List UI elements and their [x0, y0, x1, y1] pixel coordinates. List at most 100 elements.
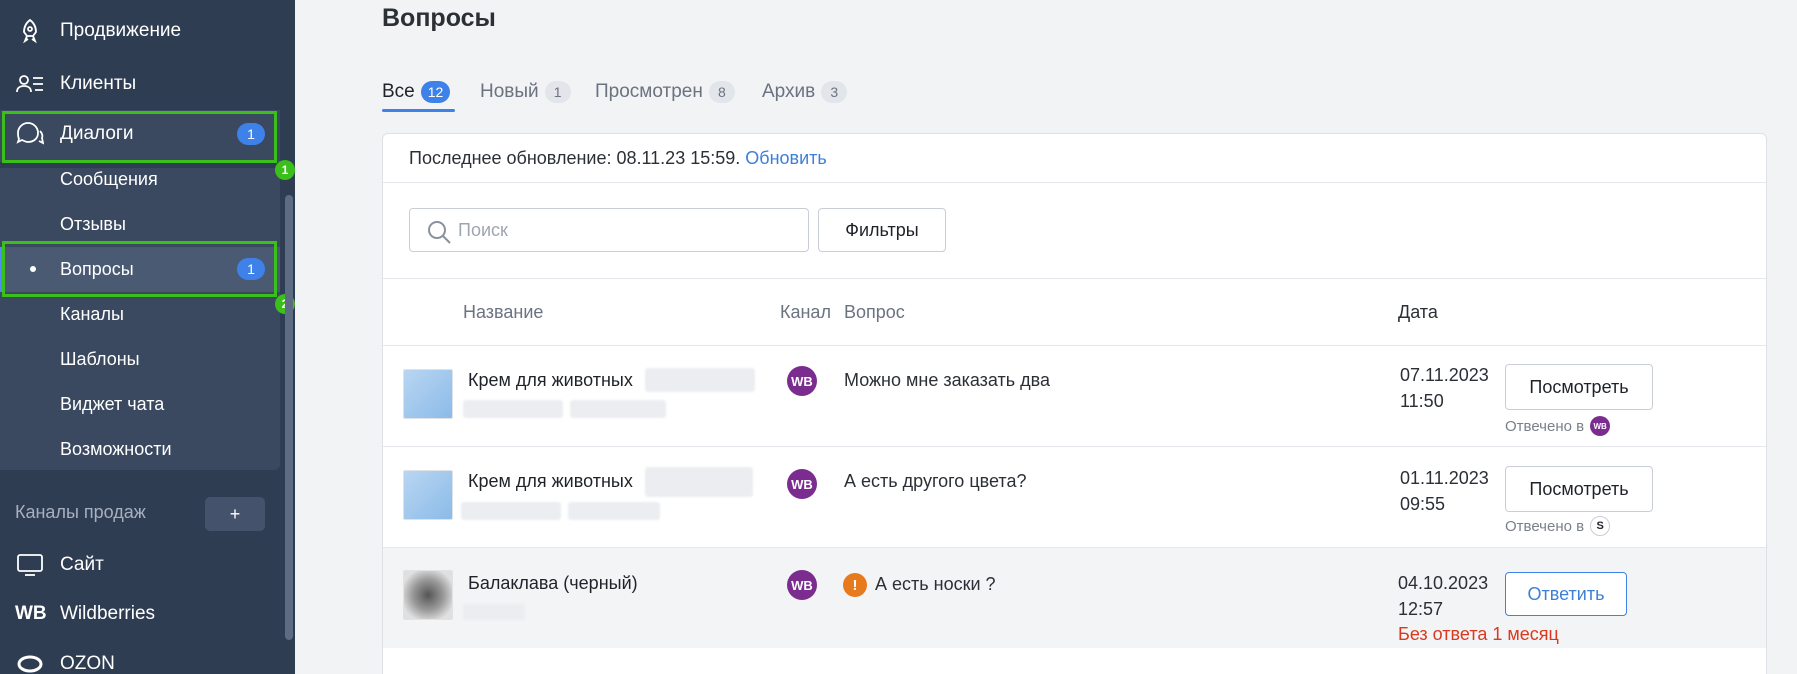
last-update: Последнее обновление: 08.11.23 15:59. Об…	[409, 148, 827, 169]
no-answer-status: Без ответа 1 месяц	[1398, 624, 1559, 644]
tab-label: Новый	[480, 81, 539, 102]
product-thumbnail	[403, 369, 453, 419]
questions-card: Последнее обновление: 08.11.23 15:59. Об…	[382, 133, 1767, 674]
answered-label: Отвечено в	[1505, 417, 1585, 435]
rocket-icon	[16, 17, 44, 45]
date-value: 07.11.2023	[1400, 365, 1489, 385]
product-thumbnail	[403, 470, 453, 520]
product-name: Крем для животных	[468, 370, 633, 390]
ozon-icon	[16, 650, 44, 674]
sidebar-item-label: Клиенты	[60, 73, 137, 94]
search-input[interactable]	[458, 219, 788, 241]
question-date: 07.11.2023 11:50	[1400, 362, 1489, 414]
blurred-text	[463, 604, 525, 620]
divider	[383, 182, 1766, 183]
last-update-text: Последнее обновление: 08.11.23 15:59.	[409, 148, 741, 168]
warning-icon: !	[843, 573, 867, 597]
divider	[383, 278, 1766, 279]
sidebar-item-promotion[interactable]: Продвижение	[0, 6, 280, 56]
sidebar-item-label: Диалоги	[60, 123, 134, 144]
date-value: 04.10.2023	[1398, 573, 1489, 593]
clients-icon	[16, 70, 44, 98]
sidebar-item-site[interactable]: Сайт	[0, 540, 280, 590]
active-indicator	[0, 247, 5, 292]
question-text: А есть носки ?	[875, 574, 996, 594]
sidebar-subitem-label: Возможности	[60, 439, 172, 459]
sidebar-subitem-channels[interactable]: Каналы	[0, 292, 280, 337]
sidebar-item-label: Сайт	[60, 554, 104, 575]
reply-button[interactable]: Ответить	[1505, 572, 1627, 616]
step-marker: 1	[275, 160, 295, 180]
blurred-text	[570, 400, 666, 418]
sidebar-subitem-questions[interactable]: Вопросы 1	[0, 247, 280, 292]
sidebar-item-ozon[interactable]: OZON	[0, 639, 280, 674]
sidebar: Продвижение Клиенты Диалоги 1 Сообщения …	[0, 0, 295, 674]
tab-label: Просмотрен	[595, 81, 703, 102]
sidebar-subitem-label: Вопросы	[60, 259, 134, 279]
wildberries-icon: WB	[15, 603, 47, 624]
questions-count-badge: 1	[237, 258, 265, 280]
tab-all[interactable]: Все 12	[382, 78, 451, 106]
wildberries-icon: WB	[787, 469, 817, 499]
sidebar-item-label: OZON	[60, 653, 115, 674]
sidebar-subitem-label: Отзывы	[60, 214, 126, 234]
active-tab-underline	[382, 109, 455, 112]
chat-icon	[16, 120, 44, 148]
dialogs-count-badge: 1	[237, 123, 265, 145]
view-button[interactable]: Посмотреть	[1505, 466, 1653, 512]
sidebar-subitem-templates[interactable]: Шаблоны	[0, 337, 280, 382]
answered-status: Отвечено в WB	[1505, 416, 1611, 436]
main-content: Вопросы Все 12 Новый 1 Просмотрен 8 Архи…	[295, 0, 1797, 674]
search-icon	[426, 219, 452, 250]
blurred-text	[461, 502, 561, 520]
tab-new[interactable]: Новый 1	[480, 78, 571, 106]
blurred-text	[645, 368, 755, 392]
column-header-question: Вопрос	[844, 302, 905, 322]
time-value: 11:50	[1400, 391, 1444, 411]
monitor-icon	[16, 551, 44, 579]
search-box[interactable]	[409, 208, 809, 252]
view-button[interactable]: Посмотреть	[1505, 364, 1653, 410]
refresh-link[interactable]: Обновить	[745, 148, 827, 168]
sidebar-scrollbar[interactable]	[285, 195, 293, 640]
sidebar-item-clients[interactable]: Клиенты	[0, 59, 280, 109]
add-channel-button[interactable]: +	[205, 497, 265, 531]
tab-viewed[interactable]: Просмотрен 8	[595, 78, 735, 106]
tab-count-badge: 1	[544, 81, 571, 103]
tab-count-badge: 8	[708, 81, 735, 103]
bullet-icon	[30, 266, 36, 272]
sales-channels-title: Каналы продаж	[15, 502, 146, 522]
sidebar-item-wildberries[interactable]: WB Wildberries	[0, 589, 280, 639]
table-row[interactable]: Балаклава (черный) WB ! А есть носки ? 0…	[383, 548, 1766, 648]
sidebar-item-label: Wildberries	[60, 603, 156, 624]
question-text: Можно мне заказать два	[844, 370, 1051, 390]
tab-archive[interactable]: Архив 3	[762, 78, 848, 106]
product-name: Крем для животных	[468, 471, 633, 491]
table-row[interactable]: Крем для животных WB Можно мне заказать …	[383, 346, 1766, 446]
sidebar-subitem-features[interactable]: Возможности	[0, 427, 280, 472]
blurred-text	[568, 502, 660, 520]
column-header-date[interactable]: Дата	[1398, 302, 1438, 323]
date-value: 01.11.2023	[1400, 468, 1489, 488]
sidebar-subitem-reviews[interactable]: Отзывы	[0, 202, 280, 247]
sidebar-item-dialogs[interactable]: Диалоги 1	[0, 109, 280, 159]
sidebar-subitem-chat-widget[interactable]: Виджет чата	[0, 382, 280, 427]
column-header-name[interactable]: Название	[463, 302, 543, 323]
table-row[interactable]: Крем для животных WB А есть другого цвет…	[383, 447, 1766, 547]
blurred-text	[463, 400, 563, 418]
filters-button[interactable]: Фильтры	[818, 208, 946, 252]
wildberries-icon: WB	[787, 366, 817, 396]
sidebar-subitem-messages[interactable]: Сообщения	[0, 157, 280, 202]
tab-count-badge: 12	[420, 81, 451, 103]
sidebar-subitem-label: Виджет чата	[60, 394, 165, 414]
sidebar-subitem-label: Сообщения	[60, 169, 158, 189]
wildberries-icon: WB	[787, 570, 817, 600]
blurred-text	[645, 467, 753, 497]
tab-label: Архив	[762, 81, 816, 102]
page-title: Вопросы	[382, 4, 496, 32]
product-thumbnail	[403, 570, 453, 620]
sidebar-subitem-label: Каналы	[60, 304, 124, 324]
column-header-channel: Канал	[780, 302, 831, 322]
tab-count-badge: 3	[821, 81, 848, 103]
time-value: 09:55	[1400, 494, 1446, 514]
